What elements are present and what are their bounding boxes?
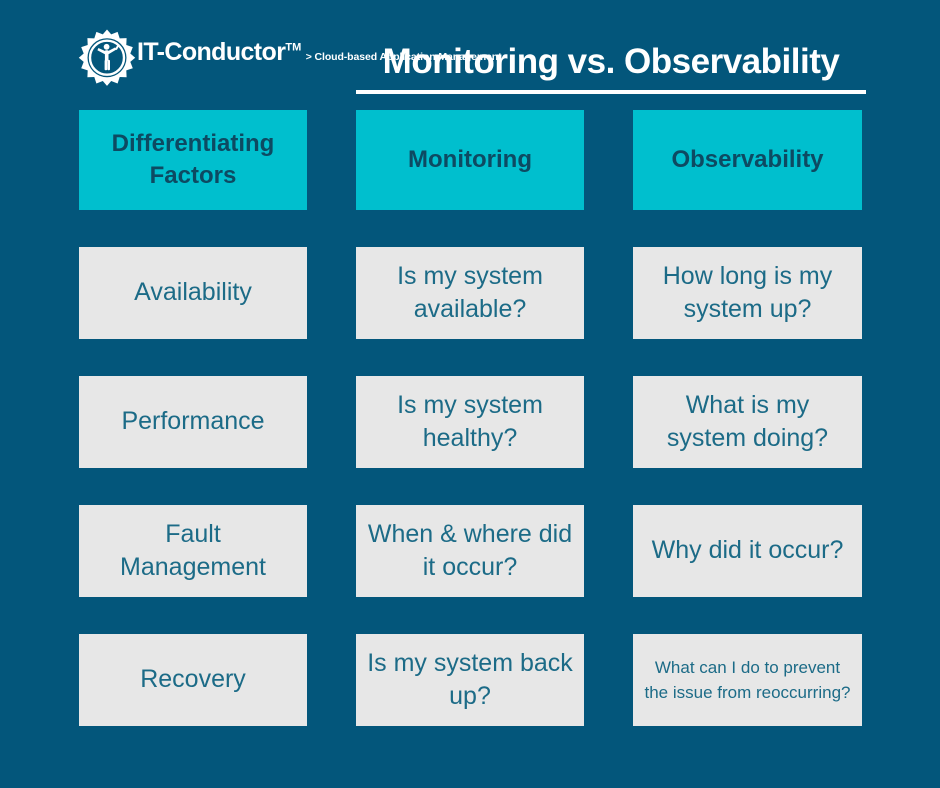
- factor-cell: Performance: [79, 376, 307, 468]
- column-header-observability: Observability: [633, 110, 862, 210]
- page-header: IT-ConductorTM > Cloud-based Application…: [0, 0, 940, 110]
- title-block: Monitoring vs. Observability: [356, 40, 866, 94]
- infographic-page: { "brand": { "name": "IT-Conductor", "tr…: [0, 0, 940, 788]
- observability-cell: Why did it occur?: [633, 505, 862, 597]
- observability-cell: What is my system doing?: [633, 376, 862, 468]
- factor-cell: Availability: [79, 247, 307, 339]
- column-header-monitoring: Monitoring: [356, 110, 584, 210]
- trademark-symbol: TM: [285, 41, 302, 54]
- factor-cell: Fault Management: [79, 505, 307, 597]
- monitoring-cell: Is my system healthy?: [356, 376, 584, 468]
- brand-name: IT-ConductorTM: [137, 38, 301, 66]
- title-underline: [356, 89, 866, 94]
- monitoring-cell: Is my system back up?: [356, 634, 584, 726]
- observability-cell: How long is my system up?: [633, 247, 862, 339]
- comparison-table: Differentiating Factors Monitoring Obser…: [79, 110, 862, 726]
- factor-cell: Recovery: [79, 634, 307, 726]
- observability-cell: What can I do to prevent the issue from …: [633, 634, 862, 726]
- monitoring-cell: When & where did it occur?: [356, 505, 584, 597]
- column-header-factors: Differentiating Factors: [79, 110, 307, 210]
- page-title: Monitoring vs. Observability: [382, 42, 840, 81]
- monitoring-cell: Is my system available?: [356, 247, 584, 339]
- gear-conductor-icon: [73, 28, 141, 96]
- brand-name-text: IT-Conductor: [137, 38, 286, 66]
